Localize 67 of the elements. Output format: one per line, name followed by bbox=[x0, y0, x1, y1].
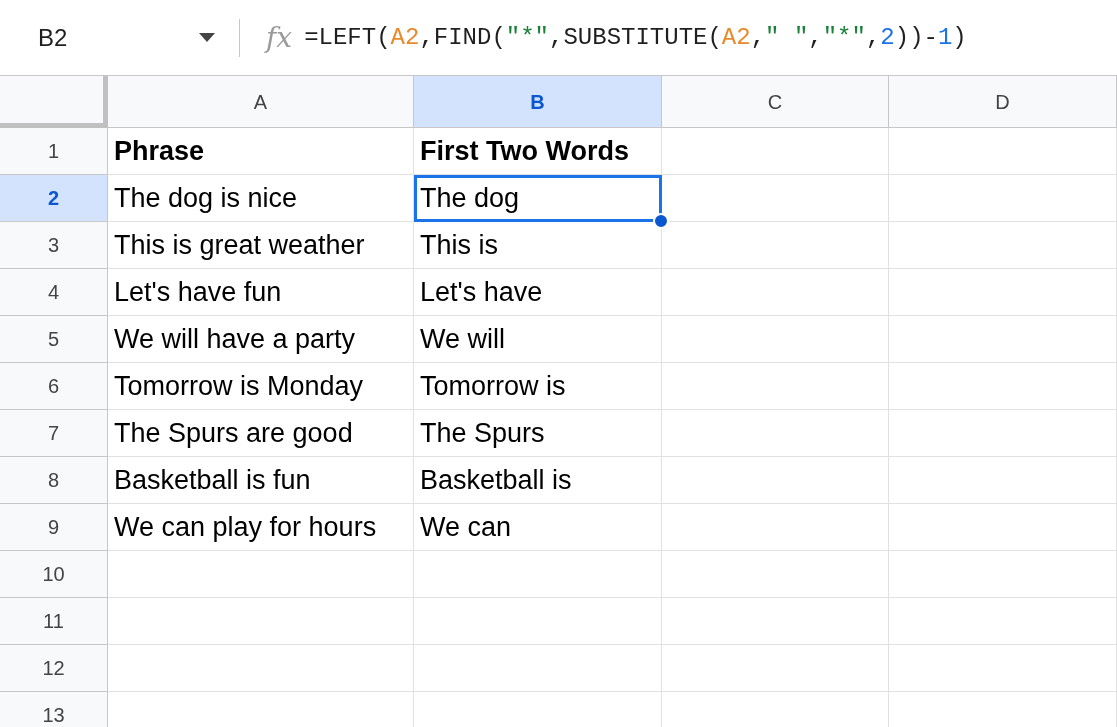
row-header[interactable]: 11 bbox=[0, 598, 108, 645]
row-header[interactable]: 12 bbox=[0, 645, 108, 692]
empty-cell[interactable] bbox=[414, 598, 662, 645]
table-cell: We can play for hours bbox=[108, 504, 414, 551]
table-cell: Basketball is fun bbox=[108, 457, 414, 504]
table-cell: Basketball is bbox=[414, 457, 662, 504]
empty-cell[interactable] bbox=[889, 269, 1117, 316]
table-cell: The dog is nice bbox=[108, 175, 414, 222]
row-header[interactable]: 2 bbox=[0, 175, 108, 222]
table-cell: Let's have bbox=[414, 269, 662, 316]
empty-cell[interactable] bbox=[414, 645, 662, 692]
row-header[interactable]: 10 bbox=[0, 551, 108, 598]
table-cell: Phrase bbox=[108, 128, 414, 175]
empty-cell[interactable] bbox=[889, 551, 1117, 598]
table-cell: The dog bbox=[414, 175, 662, 222]
row-header[interactable]: 5 bbox=[0, 316, 108, 363]
row-header[interactable]: 13 bbox=[0, 692, 108, 727]
fx-label: fx bbox=[266, 19, 293, 56]
row-header[interactable]: 9 bbox=[0, 504, 108, 551]
column-header[interactable]: C bbox=[662, 76, 889, 128]
table-cell: Tomorrow is bbox=[414, 363, 662, 410]
row-header[interactable]: 1 bbox=[0, 128, 108, 175]
empty-cell[interactable] bbox=[889, 222, 1117, 269]
table-cell: The Spurs are good bbox=[108, 410, 414, 457]
table-cell: We will bbox=[414, 316, 662, 363]
row-header[interactable]: 7 bbox=[0, 410, 108, 457]
table-cell: This is great weather bbox=[108, 222, 414, 269]
empty-cell[interactable] bbox=[662, 645, 889, 692]
empty-cell[interactable] bbox=[662, 457, 889, 504]
empty-cell[interactable] bbox=[889, 504, 1117, 551]
row-header[interactable]: 6 bbox=[0, 363, 108, 410]
empty-cell[interactable] bbox=[662, 363, 889, 410]
empty-cell[interactable] bbox=[662, 269, 889, 316]
empty-cell[interactable] bbox=[889, 316, 1117, 363]
empty-cell[interactable] bbox=[662, 598, 889, 645]
row-header[interactable]: 4 bbox=[0, 269, 108, 316]
empty-cell[interactable] bbox=[889, 128, 1117, 175]
table-cell: We can bbox=[414, 504, 662, 551]
empty-cell[interactable] bbox=[889, 363, 1117, 410]
column-header[interactable]: B bbox=[414, 76, 662, 128]
corner-cell[interactable] bbox=[0, 76, 108, 128]
row-header[interactable]: 8 bbox=[0, 457, 108, 504]
empty-cell[interactable] bbox=[414, 551, 662, 598]
empty-cell[interactable] bbox=[662, 316, 889, 363]
empty-cell[interactable] bbox=[662, 222, 889, 269]
empty-cell[interactable] bbox=[889, 410, 1117, 457]
table-cell: We will have a party bbox=[108, 316, 414, 363]
formula-input[interactable]: =LEFT(A2,FIND("*",SUBSTITUTE(A2," ","*",2))-1) bbox=[304, 19, 967, 56]
table-cell: Tomorrow is Monday bbox=[108, 363, 414, 410]
table-cell: First Two Words bbox=[414, 128, 662, 175]
empty-cell[interactable] bbox=[662, 504, 889, 551]
fill-handle[interactable] bbox=[653, 213, 669, 229]
name-box[interactable]: B2 bbox=[0, 18, 240, 57]
empty-cell[interactable] bbox=[889, 457, 1117, 504]
table-cell: This is bbox=[414, 222, 662, 269]
empty-cell[interactable] bbox=[889, 645, 1117, 692]
empty-cell[interactable] bbox=[662, 410, 889, 457]
table-cell: The Spurs bbox=[414, 410, 662, 457]
column-header[interactable]: A bbox=[108, 76, 414, 128]
empty-cell[interactable] bbox=[889, 598, 1117, 645]
empty-cell[interactable] bbox=[662, 551, 889, 598]
table-cell: Let's have fun bbox=[108, 269, 414, 316]
row-header[interactable]: 3 bbox=[0, 222, 108, 269]
empty-cell[interactable] bbox=[662, 128, 889, 175]
column-header[interactable]: D bbox=[889, 76, 1117, 128]
dropdown-caret-icon bbox=[199, 33, 215, 42]
empty-cell[interactable] bbox=[889, 175, 1117, 222]
